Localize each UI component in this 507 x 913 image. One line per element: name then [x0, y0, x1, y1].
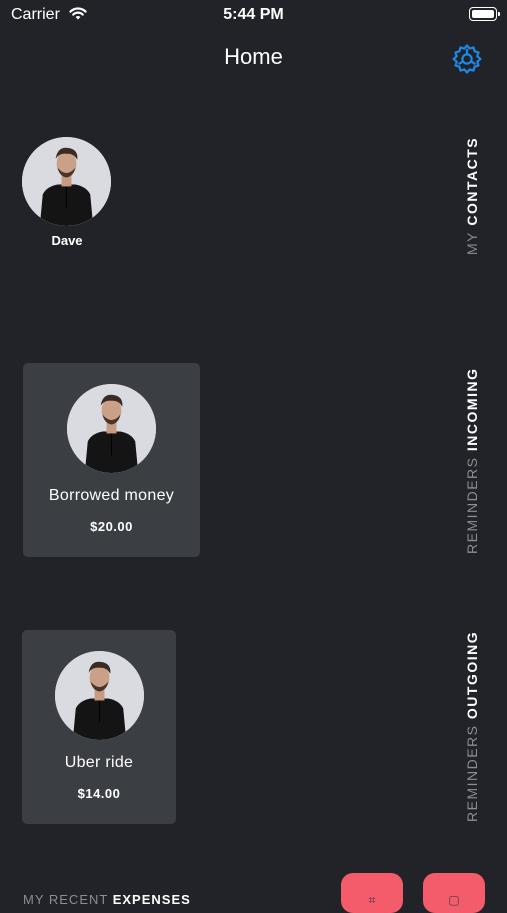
incoming-reminder-card[interactable]: Borrowed money $20.00	[23, 363, 200, 557]
reminder-title: Uber ride	[64, 754, 134, 771]
section-label-outgoing[interactable]: REMINDERS OUTGOING	[464, 631, 480, 822]
avatar	[22, 137, 111, 226]
settings-button[interactable]	[450, 42, 484, 76]
section-label-contacts[interactable]: MY CONTACTS	[464, 130, 480, 255]
scan-button[interactable]: ⌗	[341, 873, 403, 913]
scan-icon: ⌗	[368, 893, 376, 907]
status-bar: Carrier 5:44 PM	[0, 0, 507, 30]
battery-icon	[469, 7, 500, 21]
avatar	[67, 384, 156, 473]
reminder-amount: $14.00	[77, 786, 121, 801]
add-icon: ▢	[448, 893, 460, 907]
contact-name: Dave	[51, 233, 83, 248]
reminder-title: Borrowed money	[48, 487, 175, 504]
section-label-incoming[interactable]: REMINDERS INCOMING	[464, 366, 480, 554]
avatar	[55, 651, 144, 740]
gear-icon	[452, 44, 482, 74]
reminder-amount: $20.00	[90, 519, 133, 534]
page-title: Home	[224, 44, 283, 69]
add-button[interactable]: ▢	[423, 873, 485, 913]
clock: 5:44 PM	[223, 6, 284, 23]
outgoing-reminder-card[interactable]: Uber ride $14.00	[22, 630, 176, 824]
